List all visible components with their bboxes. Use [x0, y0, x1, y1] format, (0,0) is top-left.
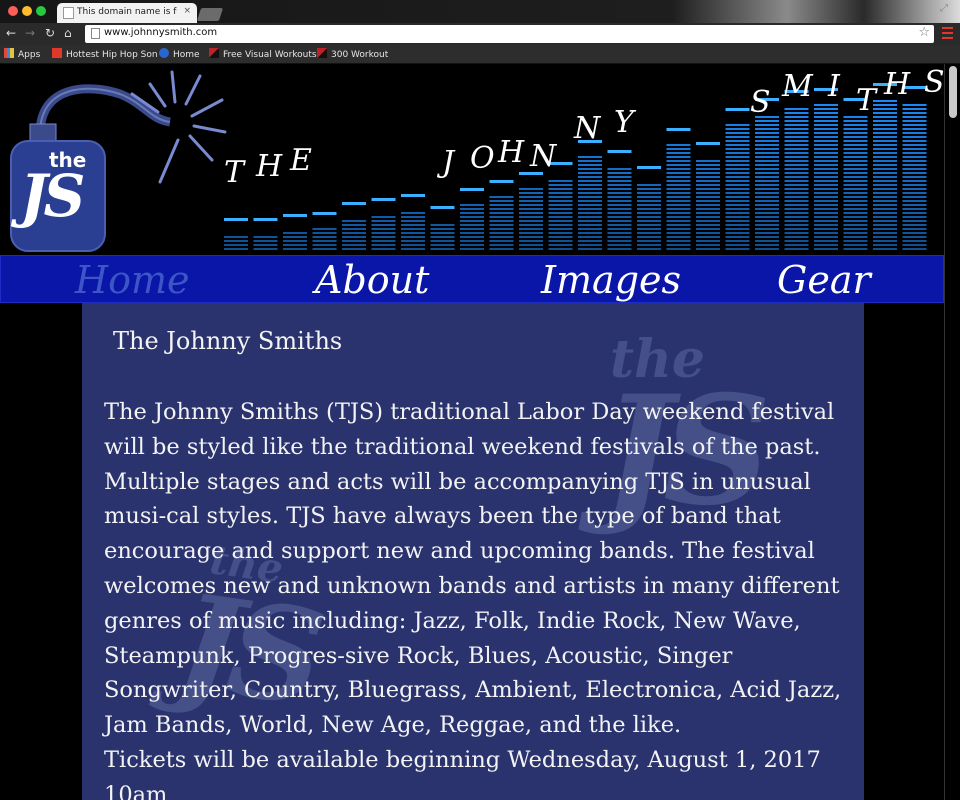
- banner-letter: H: [256, 149, 283, 184]
- bookmark-star-icon[interactable]: ☆: [918, 25, 930, 40]
- url-text[interactable]: www.johnnysmith.com: [104, 27, 217, 38]
- page-favicon-icon: [63, 7, 74, 19]
- equalizer-bar: [312, 212, 337, 250]
- logo-js-text: JS: [20, 162, 85, 230]
- equalizer-bar: [814, 88, 838, 250]
- main-content-panel: the JS the JS The Johnny Smiths The John…: [82, 303, 864, 800]
- banner-letter: Y: [614, 105, 634, 140]
- banner-letter: H: [884, 67, 911, 102]
- equalizer-bar: [902, 86, 927, 250]
- equalizer-bar: [784, 90, 809, 250]
- tab-title: This domain name is for: [77, 7, 177, 17]
- nav-images[interactable]: Images: [541, 258, 681, 302]
- browser-tab[interactable]: This domain name is for ×: [57, 3, 197, 23]
- banner-letter: T: [224, 155, 245, 190]
- equalizer-bar: [578, 140, 602, 250]
- equalizer-bar: [489, 180, 514, 250]
- equalizer-bar: [607, 150, 632, 250]
- equalizer-bar: [401, 194, 425, 250]
- banner-letter: S: [924, 65, 944, 100]
- equalizer-bar: [283, 214, 307, 250]
- banner-letter: M: [782, 69, 813, 104]
- scrollbar-thumb[interactable]: [949, 66, 957, 118]
- bookmark-visual-workouts[interactable]: Free Visual Workouts: [209, 48, 317, 61]
- zoom-window-button[interactable]: [36, 6, 46, 16]
- close-window-button[interactable]: [8, 6, 18, 16]
- page-scrollbar[interactable]: [944, 64, 960, 800]
- page-title: The Johnny Smiths: [113, 327, 343, 355]
- browser-toolbar: ← → ↻ ⌂ www.johnnysmith.com ☆: [0, 23, 960, 45]
- site-header-banner: the JS T H E J O H N N Y S M I T H S: [0, 64, 944, 254]
- banner-letter: N: [574, 111, 601, 146]
- equalizer-bar: [224, 218, 248, 250]
- tab-close-icon[interactable]: ×: [183, 6, 191, 16]
- red-black-icon: [317, 48, 327, 58]
- nav-gear[interactable]: Gear: [777, 258, 871, 302]
- equalizer-bar: [342, 202, 366, 250]
- red-square-icon: [52, 48, 62, 58]
- web-page: the JS T H E J O H N N Y S M I T H S Hom…: [0, 64, 944, 800]
- equalizer-bar: [725, 108, 750, 250]
- home-icon[interactable]: ⌂: [64, 26, 72, 40]
- festival-description: The Johnny Smiths (TJS) traditional Labo…: [104, 399, 842, 739]
- tab-strip: This domain name is for × ⤢: [0, 0, 960, 23]
- main-nav: Home About Images Gear: [0, 255, 944, 303]
- equalizer-bar: [253, 218, 278, 250]
- red-black-icon: [209, 48, 219, 58]
- banner-letter: N: [530, 139, 557, 174]
- banner-letter: O: [470, 141, 495, 176]
- new-tab-button[interactable]: [196, 8, 224, 21]
- content-body: The Johnny Smiths (TJS) traditional Labo…: [104, 395, 844, 800]
- equalizer-bar: [519, 172, 543, 250]
- menu-icon[interactable]: [942, 27, 953, 39]
- banner-letter: H: [498, 135, 525, 170]
- bookmark-300-workout[interactable]: 300 Workout: [317, 48, 388, 61]
- bookmark-hip-hop[interactable]: Hottest Hip Hop Son: [52, 48, 158, 61]
- b-logo-icon: [159, 48, 169, 58]
- bookmark-home[interactable]: Home: [159, 48, 200, 61]
- banner-letter: E: [290, 143, 312, 178]
- nav-about[interactable]: About: [315, 258, 429, 302]
- banner-letter: J: [442, 145, 455, 180]
- banner-letter: T: [856, 83, 877, 118]
- equalizer-bar: [843, 98, 868, 250]
- browser-chrome: This domain name is for × ⤢ ← → ↻ ⌂ www.…: [0, 0, 960, 64]
- fullscreen-icon[interactable]: ⤢: [940, 3, 948, 14]
- tickets-info: Tickets will be available beginning Wedn…: [104, 746, 821, 800]
- equalizer-bar: [755, 98, 779, 250]
- page-icon: [91, 28, 100, 39]
- nav-home[interactable]: Home: [75, 258, 190, 302]
- site-logo[interactable]: the JS: [10, 140, 106, 252]
- address-bar[interactable]: www.johnnysmith.com ☆: [85, 25, 934, 43]
- equalizer-bar: [371, 198, 396, 250]
- back-icon[interactable]: ←: [6, 26, 16, 40]
- bookmark-apps[interactable]: Apps: [4, 48, 40, 61]
- equalizer-bar: [637, 166, 661, 250]
- minimize-window-button[interactable]: [22, 6, 32, 16]
- equalizer-bar: [873, 83, 897, 250]
- equalizer-bar: [548, 162, 573, 250]
- banner-letter: S: [750, 85, 771, 120]
- equalizer-bar: [666, 128, 691, 250]
- bookmarks-bar: Apps Hottest Hip Hop Son Home Free Visua…: [0, 45, 960, 64]
- forward-icon[interactable]: →: [25, 26, 35, 40]
- banner-letter: I: [828, 69, 840, 104]
- equalizer-bar: [460, 188, 484, 250]
- equalizer-bar: [696, 142, 720, 250]
- apps-grid-icon: [4, 48, 14, 58]
- reload-icon[interactable]: ↻: [45, 26, 55, 40]
- equalizer-bar: [430, 206, 455, 250]
